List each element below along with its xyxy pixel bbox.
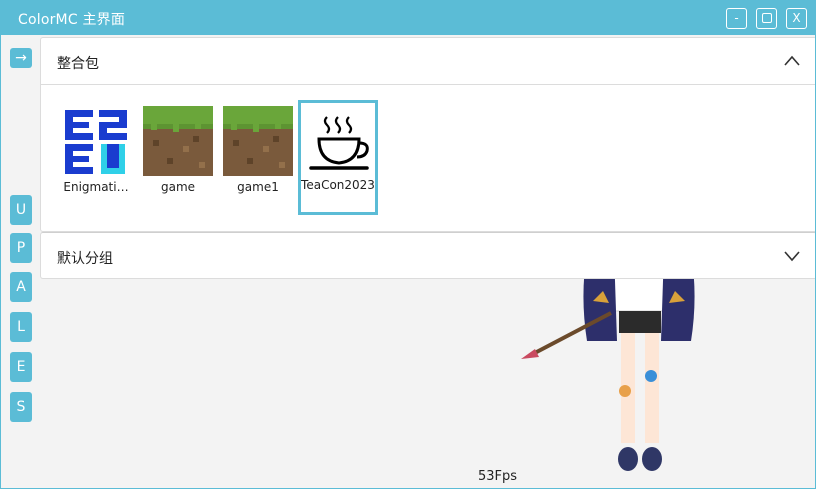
maximize-button[interactable] [756,8,777,29]
game-item-enigmatica[interactable]: Enigmati… [57,102,135,214]
maximize-icon [761,13,772,23]
grass-block-icon [143,106,213,176]
main-window: ColorMC 主界面 - X → U P A L E S 整合包 Enigma… [0,0,816,489]
chevron-down-icon [784,251,800,262]
e2e-logo-icon [63,108,129,174]
rail-button-e[interactable]: E [10,352,32,382]
rail-button-u[interactable]: U [10,195,32,225]
rail-button-a[interactable]: A [10,272,32,302]
rail-button-p[interactable]: P [10,233,32,263]
game-item-game1[interactable]: game1 [219,102,297,214]
title-bar[interactable]: ColorMC 主界面 - X [1,1,815,35]
chevron-up-icon [784,55,800,66]
game-name: TeaCon2023 [301,178,375,192]
group-title: 整合包 [57,56,99,72]
minimize-button[interactable]: - [726,8,747,29]
game-grid: Enigmati… game game1 TeaCon2023 [41,85,815,232]
game-item-game[interactable]: game [139,102,217,214]
window-title: ColorMC 主界面 [18,12,126,28]
fps-counter: 53Fps [478,469,518,484]
group-header-modpacks[interactable]: 整合包 [41,38,815,85]
close-button[interactable]: X [786,8,807,29]
rail-button-l[interactable]: L [10,312,32,342]
expand-rail-button[interactable]: → [10,48,32,68]
group-panel-default: 默认分组 [40,232,815,280]
game-name: game [160,180,196,194]
group-panel-modpacks: 整合包 Enigmati… game game1 TeaCon2023 [40,37,815,232]
rail-button-s[interactable]: S [10,392,32,422]
game-name: Enigmati… [63,180,129,194]
game-name: game1 [237,180,279,194]
group-title: 默认分组 [57,251,113,267]
game-item-teacon2023[interactable]: TeaCon2023 [298,100,378,215]
grass-block-icon [223,106,293,176]
group-header-default[interactable]: 默认分组 [41,233,815,280]
teacup-icon [305,107,375,177]
